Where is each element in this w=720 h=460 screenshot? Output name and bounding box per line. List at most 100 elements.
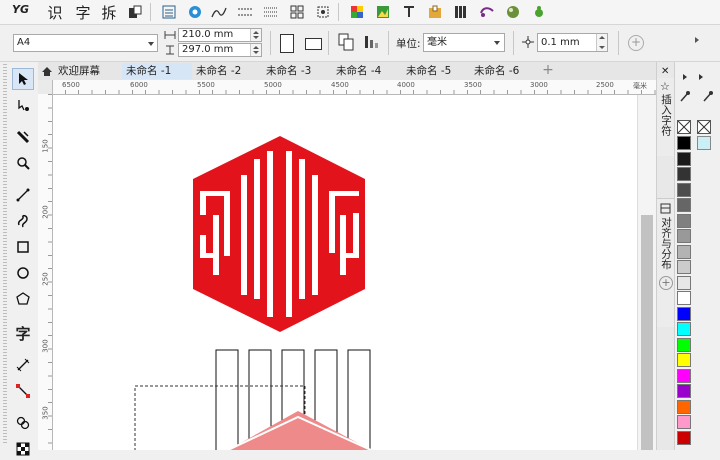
vertical-scrollbar[interactable] bbox=[637, 95, 657, 450]
palette-menu-icon[interactable] bbox=[699, 74, 706, 80]
new-tab-button[interactable]: + bbox=[540, 63, 556, 79]
tab-untitled-4[interactable]: 未命名 -4 bbox=[332, 63, 402, 79]
add-icon[interactable]: + bbox=[628, 35, 644, 51]
toolbox-grip bbox=[3, 64, 7, 444]
portrait-button[interactable] bbox=[280, 34, 294, 53]
width-field[interactable]: 210.0 mm bbox=[178, 28, 262, 42]
color-swatch[interactable] bbox=[677, 275, 691, 290]
text-tool[interactable]: 字 bbox=[12, 322, 34, 344]
bug-icon[interactable] bbox=[530, 3, 548, 21]
units-value: 毫米 bbox=[427, 37, 447, 48]
artistic-media-icon[interactable] bbox=[12, 210, 34, 232]
color-swatch[interactable] bbox=[677, 415, 691, 429]
tab-untitled-1[interactable]: 未命名 -1 bbox=[122, 63, 192, 79]
color-swatch[interactable] bbox=[677, 322, 691, 336]
color-swatch[interactable] bbox=[677, 291, 691, 305]
zoom-tool-icon[interactable] bbox=[12, 152, 34, 174]
recognize-button[interactable]: 识 bbox=[46, 3, 64, 22]
distribute-icon[interactable] bbox=[236, 3, 254, 21]
color-swatch[interactable] bbox=[677, 244, 691, 259]
color-swatch[interactable] bbox=[677, 151, 691, 166]
dimension-tool-icon[interactable] bbox=[12, 354, 34, 376]
nudge-value: 0.1 mm bbox=[541, 37, 580, 48]
tab-untitled-6[interactable]: 未命名 -6 bbox=[470, 63, 540, 79]
h-ruler-label: 4500 bbox=[331, 81, 349, 89]
h-ruler-label: 6000 bbox=[130, 81, 148, 89]
tab-untitled-3[interactable]: 未命名 -3 bbox=[262, 63, 332, 79]
width-icon bbox=[164, 30, 176, 43]
color-swatch[interactable] bbox=[677, 384, 691, 398]
pick-tool-icon[interactable] bbox=[12, 68, 34, 90]
nudge-field[interactable]: 0.1 mm bbox=[537, 33, 608, 52]
height-value: 297.0 mm bbox=[182, 44, 234, 55]
color-palette bbox=[674, 62, 720, 450]
eyedropper-icon[interactable] bbox=[680, 90, 690, 105]
connector-tool-icon[interactable] bbox=[12, 380, 34, 402]
docker-tab-insert-char[interactable]: ☆ 插入字符 bbox=[657, 78, 674, 156]
text-frame-icon[interactable] bbox=[400, 3, 418, 21]
select-area-icon[interactable] bbox=[314, 3, 332, 21]
current-page-icon[interactable] bbox=[364, 34, 380, 53]
palette-arrow-icon[interactable] bbox=[683, 74, 690, 80]
drawing-canvas[interactable] bbox=[53, 95, 637, 450]
rectangle-tool-icon[interactable] bbox=[12, 236, 34, 258]
chevron-down-icon bbox=[148, 42, 154, 49]
font-button[interactable]: 字 bbox=[74, 3, 92, 22]
ellipse-tool-icon[interactable] bbox=[12, 262, 34, 284]
color-swatch[interactable] bbox=[677, 353, 691, 367]
freehand-tool-icon[interactable] bbox=[12, 184, 34, 206]
color-swatch[interactable] bbox=[677, 198, 691, 212]
split-button[interactable]: 拆 bbox=[100, 3, 118, 22]
page-size-select[interactable]: A4 bbox=[13, 34, 158, 52]
no-color-swatch[interactable] bbox=[677, 120, 691, 134]
color-swatch[interactable] bbox=[677, 306, 691, 321]
bars-icon[interactable] bbox=[452, 3, 470, 21]
tab-untitled-2[interactable]: 未命名 -2 bbox=[192, 63, 262, 79]
effects-tool-icon[interactable] bbox=[12, 412, 34, 434]
color-swatch[interactable] bbox=[677, 167, 691, 181]
light-cyan-swatch[interactable] bbox=[697, 136, 711, 150]
curve-icon[interactable] bbox=[210, 3, 228, 21]
layers-icon[interactable] bbox=[126, 3, 144, 21]
color-swatch[interactable] bbox=[677, 399, 691, 414]
pattern-icon[interactable] bbox=[186, 3, 204, 21]
units-select[interactable]: 毫米 bbox=[423, 33, 505, 52]
landscape-button[interactable] bbox=[305, 38, 322, 50]
scroll-right-icon[interactable] bbox=[695, 37, 702, 43]
docker-close-icon[interactable]: ✕ bbox=[661, 66, 669, 77]
color-swatch[interactable] bbox=[677, 368, 691, 383]
eyedropper-icon[interactable] bbox=[703, 90, 713, 105]
sphere-icon[interactable] bbox=[504, 3, 522, 21]
shape-tool-icon[interactable] bbox=[12, 94, 34, 116]
color-blocks-icon[interactable] bbox=[348, 3, 366, 21]
color-swatch[interactable] bbox=[677, 182, 691, 197]
fill-tool-icon[interactable] bbox=[12, 438, 34, 460]
color-swatch[interactable] bbox=[677, 213, 691, 228]
list-icon[interactable] bbox=[160, 3, 178, 21]
height-spinner[interactable] bbox=[250, 44, 261, 56]
no-color-swatch[interactable] bbox=[697, 120, 711, 134]
crop-tool-icon[interactable] bbox=[12, 126, 34, 148]
polygon-tool-icon[interactable] bbox=[12, 288, 34, 310]
tab-untitled-5[interactable]: 未命名 -5 bbox=[402, 63, 472, 79]
tab-welcome[interactable]: 欢迎屏幕 bbox=[54, 63, 124, 79]
scroll-thumb[interactable] bbox=[641, 215, 653, 450]
grid-icon[interactable] bbox=[288, 3, 306, 21]
height-field[interactable]: 297.0 mm bbox=[178, 43, 262, 57]
color-swatch[interactable] bbox=[677, 260, 691, 274]
h-ruler-label: 2500 bbox=[596, 81, 614, 89]
docker-tab-align[interactable]: 对齐与分布 bbox=[657, 198, 674, 327]
all-pages-icon[interactable] bbox=[338, 33, 354, 54]
add-docker-icon[interactable]: + bbox=[659, 276, 673, 290]
width-spinner[interactable] bbox=[250, 29, 261, 41]
color-swatch[interactable] bbox=[677, 430, 691, 445]
dotted-lines-icon[interactable] bbox=[262, 3, 280, 21]
color-swatch[interactable] bbox=[677, 337, 691, 352]
color-swatch[interactable] bbox=[677, 136, 691, 150]
nudge-spinner[interactable] bbox=[596, 34, 607, 51]
color-swatch[interactable] bbox=[677, 229, 691, 243]
image-icon[interactable] bbox=[374, 3, 392, 21]
package-icon[interactable] bbox=[426, 3, 444, 21]
outline-bar bbox=[215, 349, 239, 450]
plugin-icon[interactable] bbox=[478, 3, 496, 21]
